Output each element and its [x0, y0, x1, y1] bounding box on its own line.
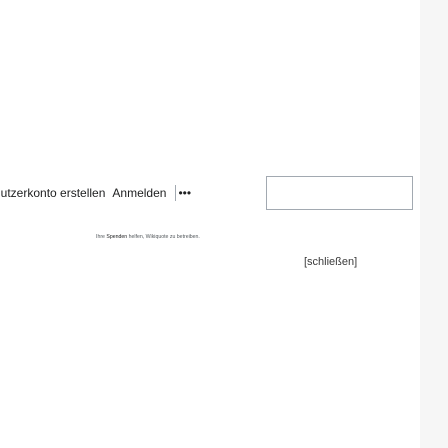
donation-banner: Ihre Spenden helfen, Wikiquote zu betrei…	[96, 234, 416, 240]
user-tools-bar: nutzerkonto erstellen Anmelden •••	[0, 176, 199, 210]
more-menu-button[interactable]: •••	[175, 185, 193, 201]
banner-close-link[interactable]: [schließen]	[304, 256, 357, 268]
login-link[interactable]: Anmelden	[112, 186, 166, 200]
banner-message: Ihre Spenden helfen, Wikiquote zu betrei…	[96, 234, 416, 240]
banner-text-emphasis: Spenden	[106, 234, 128, 240]
right-gutter	[420, 0, 448, 448]
page: nutzerkonto erstellen Anmelden ••• Ihre …	[0, 0, 448, 448]
ellipsis-icon: •••	[178, 186, 192, 200]
personal-tools: nutzerkonto erstellen Anmelden •••	[0, 185, 193, 201]
create-account-link[interactable]: nutzerkonto erstellen	[0, 186, 105, 200]
banner-text-prefix: Ihre	[96, 234, 105, 240]
banner-text-suffix: helfen, Wikiquote zu betreiben.	[128, 234, 200, 240]
user-menu-frame	[266, 176, 413, 210]
